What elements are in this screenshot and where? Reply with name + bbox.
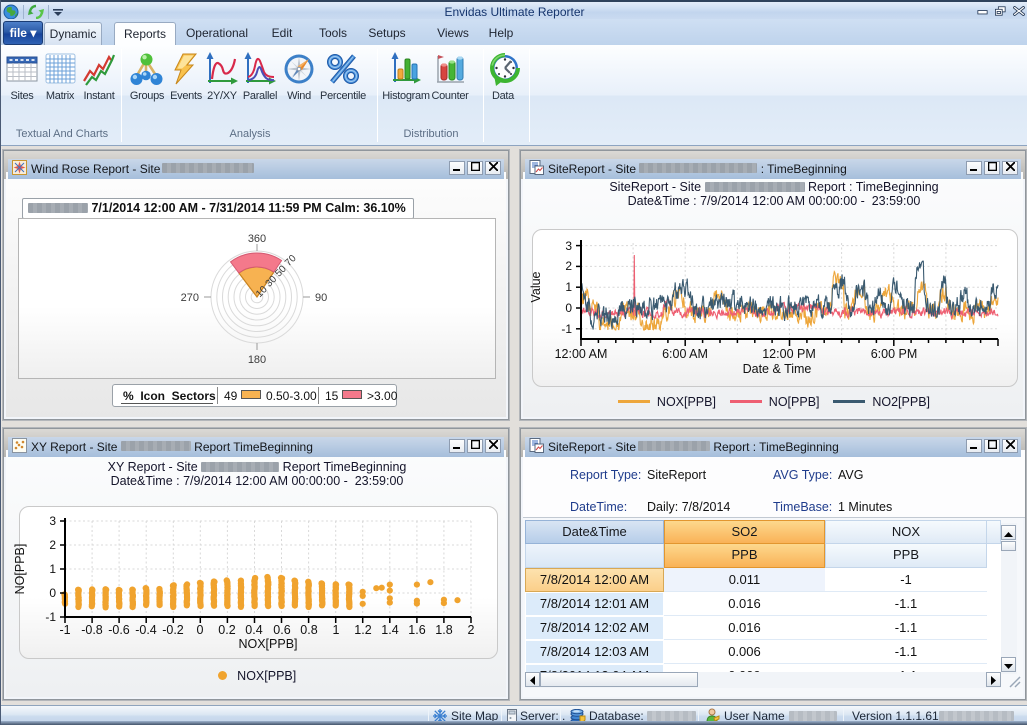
svg-text:NO[PPB]: NO[PPB] [13,544,27,595]
svg-text:-0.6: -0.6 [108,623,130,637]
svg-text:12:00 AM: 12:00 AM [555,347,608,361]
svg-text:Date & Time: Date & Time [743,362,812,376]
svg-text:2: 2 [468,623,475,637]
svg-text:Value: Value [529,271,543,302]
svg-text:6:00 PM: 6:00 PM [871,347,918,361]
svg-text:1.6: 1.6 [408,623,425,637]
svg-text:180: 180 [248,354,266,366]
svg-text:1: 1 [49,562,56,576]
svg-text:12:00 PM: 12:00 PM [762,347,816,361]
svg-text:NOX[PPB]: NOX[PPB] [238,637,297,651]
svg-text:2: 2 [49,538,56,552]
svg-text:0: 0 [565,301,572,315]
svg-text:1.4: 1.4 [381,623,398,637]
svg-text:1.2: 1.2 [354,623,371,637]
svg-text:270: 270 [181,292,199,304]
svg-text:0.4: 0.4 [245,623,262,637]
svg-text:3: 3 [49,514,56,528]
svg-text:-0.2: -0.2 [162,623,184,637]
svg-text:-0.8: -0.8 [81,623,103,637]
svg-text:1: 1 [333,623,340,637]
svg-text:-1: -1 [561,322,572,336]
svg-text:3: 3 [565,239,572,253]
svg-text:-1: -1 [45,610,56,624]
svg-text:-1: -1 [59,623,70,637]
svg-text:0: 0 [197,623,204,637]
svg-text:70: 70 [283,253,299,269]
svg-text:0.8: 0.8 [300,623,317,637]
svg-text:360: 360 [248,233,266,245]
svg-text:0: 0 [49,586,56,600]
svg-text:1: 1 [565,280,572,294]
svg-text:0.2: 0.2 [218,623,235,637]
svg-text:6:00 AM: 6:00 AM [662,347,708,361]
svg-text:90: 90 [315,292,327,304]
svg-text:0.6: 0.6 [273,623,290,637]
svg-text:2: 2 [565,259,572,273]
svg-text:1.8: 1.8 [435,623,452,637]
svg-text:-0.4: -0.4 [135,623,157,637]
